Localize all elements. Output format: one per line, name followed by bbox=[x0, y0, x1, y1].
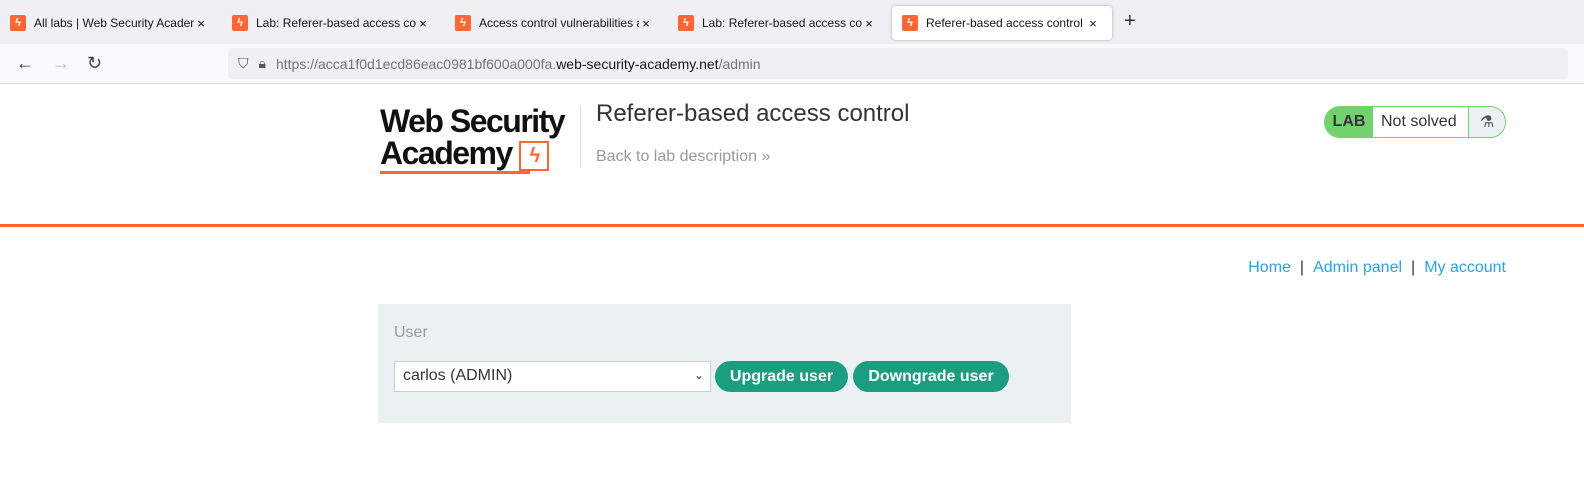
top-links: Home | Admin panel | My account bbox=[1248, 259, 1506, 276]
tab-all-labs[interactable]: ϟ All labs | Web Security Academy × bbox=[0, 6, 208, 40]
logo[interactable]: Web Security Academy ϟ bbox=[380, 105, 566, 171]
lab-status-badge: LAB Not solved ⚗ bbox=[1324, 106, 1506, 138]
admin-panel-link[interactable]: Admin panel bbox=[1313, 259, 1402, 276]
divider bbox=[580, 106, 581, 168]
flask-icon: ⚗ bbox=[1469, 107, 1505, 137]
burp-favicon-icon: ϟ bbox=[678, 15, 694, 31]
nav-bar: ← → ↻ ⛉ 🔒︎ https://acca1f0d1ecd86eac0981… bbox=[0, 44, 1584, 84]
close-icon[interactable]: × bbox=[1086, 16, 1100, 31]
logo-underline bbox=[380, 171, 530, 174]
admin-form: User carlos (ADMIN) ⌄ Upgrade user Downgr… bbox=[378, 304, 1071, 423]
reload-icon[interactable]: ↻ bbox=[87, 53, 102, 74]
tab-access-control[interactable]: ϟ Access control vulnerabilities and × bbox=[445, 6, 653, 40]
user-select[interactable]: carlos (ADMIN) ⌄ bbox=[394, 361, 711, 392]
close-icon[interactable]: × bbox=[862, 16, 876, 31]
address-bar[interactable]: ⛉ 🔒︎ https://acca1f0d1ecd86eac0981bf600a… bbox=[228, 48, 1568, 79]
my-account-link[interactable]: My account bbox=[1424, 259, 1506, 276]
close-icon[interactable]: × bbox=[639, 16, 653, 31]
bolt-icon: ϟ bbox=[519, 140, 550, 171]
burp-favicon-icon: ϟ bbox=[455, 15, 471, 31]
chevron-down-icon: ⌄ bbox=[693, 368, 704, 382]
tab-bar: ϟ All labs | Web Security Academy × ϟ Lab: … bbox=[0, 0, 1584, 44]
back-arrow-icon[interactable]: ← bbox=[16, 53, 34, 74]
tab-lab[interactable]: ϟLab: Referer-based access control× bbox=[222, 6, 430, 40]
shield-icon: ⛉ bbox=[238, 55, 249, 71]
upgrade-user-button[interactable]: Upgrade user bbox=[715, 361, 848, 392]
burp-favicon-icon: ϟ bbox=[232, 15, 248, 31]
home-link[interactable]: Home bbox=[1248, 259, 1291, 276]
downgrade-user-button[interactable]: Downgrade user bbox=[853, 361, 1009, 392]
forward-arrow-icon[interactable]: → bbox=[52, 53, 70, 74]
burp-favicon-icon: ϟ bbox=[902, 15, 918, 31]
header-divider bbox=[0, 224, 1584, 227]
user-label: User bbox=[394, 324, 428, 341]
burp-favicon-icon: ϟ bbox=[10, 15, 26, 31]
lab-title: Referer-based access control bbox=[596, 100, 910, 127]
tab-lab-2[interactable]: ϟLab: Referer-based access control× bbox=[668, 6, 876, 40]
lock-icon: 🔒︎ bbox=[258, 55, 266, 71]
close-icon[interactable]: × bbox=[194, 16, 208, 31]
back-to-lab-link[interactable]: Back to lab description » bbox=[596, 148, 770, 166]
close-icon[interactable]: × bbox=[416, 16, 430, 31]
new-tab-button[interactable]: + bbox=[1124, 10, 1136, 33]
tab-active[interactable]: ϟ Referer-based access control × bbox=[892, 6, 1112, 40]
chevron-right-icon: » bbox=[761, 148, 771, 165]
